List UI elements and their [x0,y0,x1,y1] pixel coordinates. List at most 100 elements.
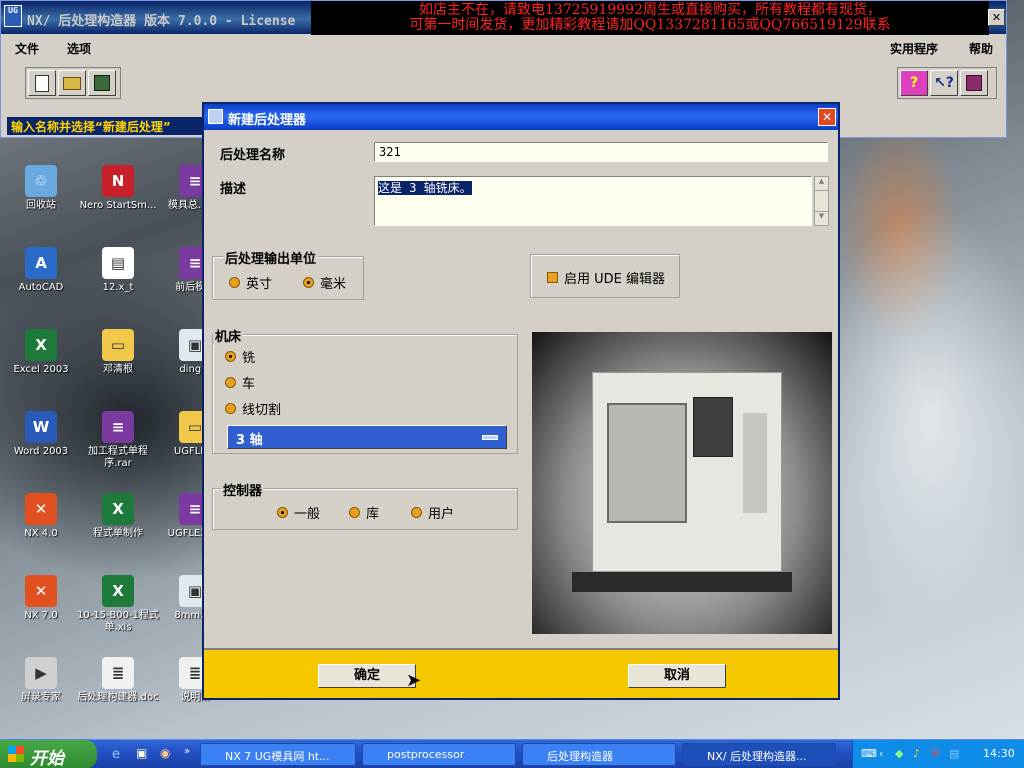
desktop-icon[interactable]: ♲ 回收站 [0,165,82,212]
desktop-icon[interactable]: ≣ 后处理构建器.doc [77,657,159,704]
controller-group: 控制器 一般 库 用户 [212,480,518,530]
menu-help[interactable]: 帮助 [969,40,993,57]
context-help-button[interactable]: ↖? [930,70,958,96]
desktop-icon-label: Word 2003 [13,446,69,457]
new-file-button[interactable] [28,70,56,96]
desktop-icon-label: 程式单制作 [93,528,143,539]
app-title: NX/ 后处理构造器 版本 7.0.0 - License [27,14,296,29]
ie-quicklaunch-icon[interactable]: e [112,747,120,762]
doc-icon: ≣ [102,657,134,689]
output-units-label: 后处理输出单位 [223,248,319,267]
controller-generic-label: 一般 [294,507,321,522]
tray-app-icon[interactable]: ◆ [895,747,903,760]
controller-group-label: 控制器 [221,480,265,499]
menu-options[interactable]: 选项 [67,40,91,57]
file-icon: ▤ [102,247,134,279]
menu-bar: 文件 选项 实用程序 帮助 [1,37,1006,59]
task-postbuilder[interactable]: 后处理构造器 [522,743,676,766]
notice-line-2: 可第一时间发货，更加精彩教程请加QQ1337281165或QQ766519129… [409,17,891,33]
machine-mill-label: 铣 [242,351,256,366]
media-quicklaunch-icon[interactable]: ◉ [160,746,170,760]
desktop-icon-label: 加工程式单程序.rar [88,446,148,469]
quicklaunch-expand-icon[interactable]: » [184,746,190,757]
units-inch-radio[interactable]: 英寸 [229,273,272,292]
ok-button[interactable]: 确定 [318,664,416,688]
tray-network-icon[interactable]: ▤ [949,747,959,760]
desktop-icon[interactable]: N Nero StartSm... [77,165,159,212]
controller-user-radio[interactable]: 用户 [411,503,454,522]
recycle-bin-icon: ♲ [25,165,57,197]
tray-security-icon[interactable]: ⛨ [931,747,939,761]
machine-group: 机床 铣 车 线切割 3 轴 [212,326,518,454]
desktop-icon[interactable]: ▶ 屏录专家 [0,657,82,704]
enable-ude-checkbox[interactable]: 启用 UDE 编辑器 [547,268,665,287]
dialog-close-button[interactable]: ✕ [818,108,836,126]
desktop-icon[interactable]: X 程式单制作 [77,493,159,540]
desktop-icon[interactable]: ≡ 加工程式单程序.rar [77,411,159,470]
desktop-icon[interactable]: X 10-15-B00-1程式单.xls [77,575,159,634]
scroll-down-icon[interactable]: ▼ [815,211,828,225]
machine-body-shape [592,372,782,572]
balloon-help-button[interactable]: ? [900,70,928,96]
machine-door-window [607,403,687,523]
start-button[interactable]: 开始 [0,740,97,768]
library-dot [349,507,360,518]
menu-utilities[interactable]: 实用程序 [890,40,938,57]
desktop-icon-label: Excel 2003 [13,364,69,375]
wire-dot [225,403,236,414]
tray-keyboard-icon[interactable]: ⌨ [861,747,877,760]
folder-icon: ▭ [102,329,134,361]
controller-generic-radio[interactable]: 一般 [277,503,320,522]
desktop-icon[interactable]: ✕ NX 7.0 [0,575,82,622]
units-mm-dot [303,277,314,288]
nx-app-icon: UG [4,5,22,27]
new-postprocessor-dialog: 新建后处理器 ✕ 后处理名称 321 描述 这是 3 轴铣床。 ▲ ▼ 后处理输… [202,102,840,700]
word-icon: W [25,411,57,443]
option-menu-indicator-icon [482,435,498,440]
machine-lathe-radio[interactable]: 车 [225,373,255,392]
task-folder[interactable]: postprocessor [362,743,516,766]
menu-file[interactable]: 文件 [15,40,39,57]
desktop-icon[interactable]: ▤ 12.x_t [77,247,159,294]
machine-group-label: 机床 [213,326,244,345]
desktop-icon[interactable]: X Excel 2003 [0,329,82,376]
clock[interactable]: 14:30 [983,747,1015,760]
units-mm-radio[interactable]: 毫米 [303,273,346,292]
tray-sound-icon[interactable]: ♪ [913,747,920,760]
desktop-icon[interactable]: A AutoCAD [0,247,82,294]
open-folder-icon [63,76,81,90]
save-file-button[interactable] [88,70,116,96]
excel-icon: X [102,575,134,607]
open-file-button[interactable] [58,70,86,96]
post-name-input[interactable]: 321 [374,142,828,162]
machine-wire-edm-radio[interactable]: 线切割 [225,399,281,418]
manual-button[interactable] [960,70,988,96]
desktop-icon[interactable]: ▭ 邓清根 [77,329,159,376]
nx-icon: ✕ [25,493,57,525]
machine-mill-radio[interactable]: 铣 [225,347,255,366]
show-desktop-icon[interactable]: ▣ [136,746,147,760]
desktop-icon[interactable]: W Word 2003 [0,411,82,458]
file-toolbar [25,67,121,99]
tray-arrow-icon[interactable]: ‹ [879,747,883,760]
task-browser[interactable]: NX 7 UG模具网 ht... [200,743,356,766]
autocad-icon: A [25,247,57,279]
machine-base-shadow [572,572,792,592]
book-icon [966,75,982,91]
desktop-icon-label: 邓清根 [103,364,133,375]
taskbar: 开始 e ▣ ◉ » NX 7 UG模具网 ht... postprocesso… [0,739,1024,768]
task-nx-postbuilder-label: NX/ 后处理构造器... [707,750,807,763]
desktop-icon[interactable]: ✕ NX 4.0 [0,493,82,540]
description-textarea[interactable]: 这是 3 轴铣床。 [374,176,812,226]
description-scrollbar[interactable]: ▲ ▼ [814,176,829,226]
scroll-up-icon[interactable]: ▲ [815,177,828,191]
user-dot [411,507,422,518]
generic-dot [277,507,288,518]
task-nx-postbuilder[interactable]: NX/ 后处理构造器... [682,743,836,766]
cancel-button[interactable]: 取消 [628,664,726,688]
controller-library-label: 库 [366,507,380,522]
axis-option-menu[interactable]: 3 轴 [227,425,507,449]
controller-library-radio[interactable]: 库 [349,503,379,522]
recorder-icon: ▶ [25,657,57,689]
app-close-button[interactable]: ✕ [988,9,1005,26]
